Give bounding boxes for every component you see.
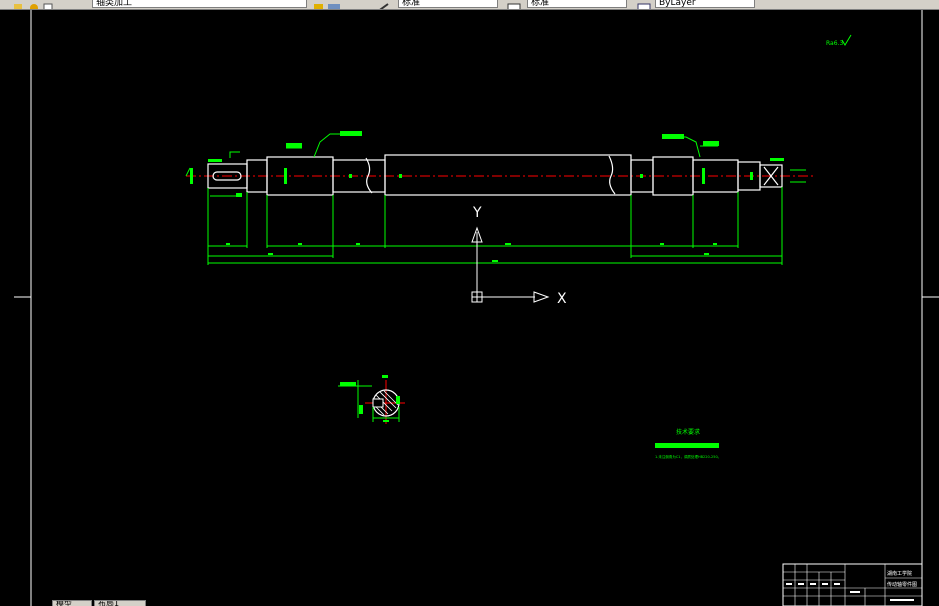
title-block-drawing-name: 传动轴零件图	[887, 581, 917, 588]
ucs-icon: Y X	[471, 205, 567, 307]
ucs-x-label: X	[557, 291, 567, 307]
drawing-canvas[interactable]: Ra6.3 Y X 技术要求 1.未注倒角为C1，调质处理HB220-250。 …	[0, 10, 939, 606]
tab-layout1[interactable]: 布局1	[94, 600, 146, 606]
shaft-outline	[207, 154, 783, 196]
section-view	[338, 375, 405, 424]
tech-req-line: 1.未注倒角为C1，调质处理HB220-250。	[655, 454, 721, 459]
tech-req-bar	[655, 443, 719, 448]
color-combo[interactable]: ByLayer	[655, 0, 755, 8]
shaft-green-markers	[190, 158, 784, 184]
toolbar: 轴类加工 标准 标准 ByLayer	[0, 0, 939, 10]
roughness-symbol-icon	[841, 34, 852, 46]
cad-drawing: Ra6.3 Y X 技术要求 1.未注倒角为C1，调质处理HB220-250。 …	[14, 10, 939, 606]
title-block: 湖南工学院 传动轴零件图	[782, 563, 923, 606]
title-block-school: 湖南工学院	[887, 570, 912, 577]
linetype-icon[interactable]	[376, 0, 389, 9]
layer-combo[interactable]: 轴类加工	[92, 0, 307, 8]
shaft-main-view	[185, 131, 814, 265]
tab-model[interactable]: 模型	[52, 600, 92, 606]
dim-style-combo[interactable]: 标准	[527, 0, 627, 8]
roughness-note: Ra6.3	[826, 40, 843, 47]
layer-tools-icon[interactable]	[314, 0, 340, 9]
dimstyle-icon[interactable]	[507, 0, 521, 9]
toolbar-icons-left[interactable]	[14, 0, 53, 9]
tech-req-title: 技术要求	[676, 428, 700, 436]
technical-requirements: 技术要求 1.未注倒角为C1，调质处理HB220-250。	[655, 428, 721, 459]
text-style-combo[interactable]: 标准	[398, 0, 498, 8]
layout-tabs: 模型 布局1	[0, 600, 160, 606]
dimension-lines	[185, 133, 806, 265]
ucs-y-label: Y	[472, 205, 482, 221]
table-style-icon[interactable]	[637, 0, 651, 9]
